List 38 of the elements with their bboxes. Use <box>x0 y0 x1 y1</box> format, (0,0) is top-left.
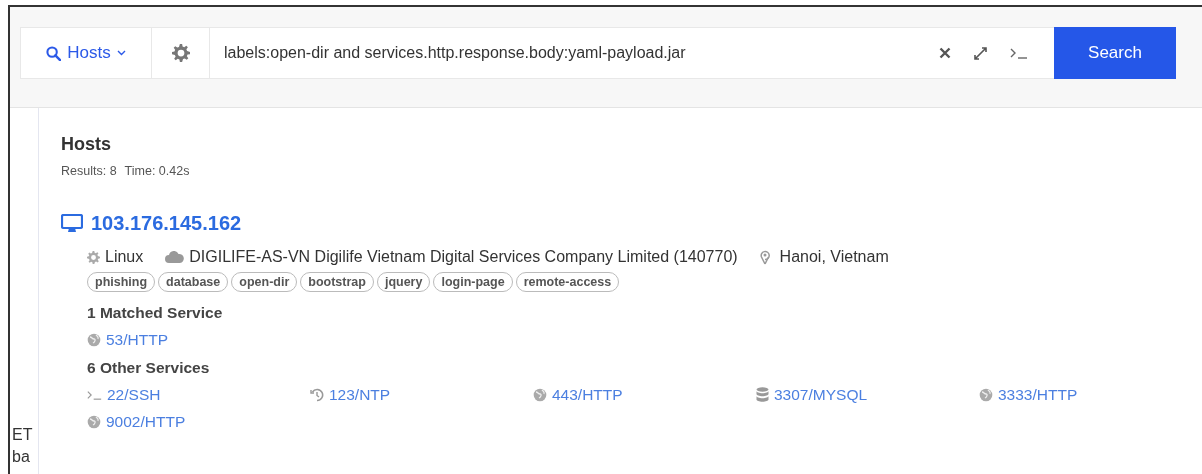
globe-icon <box>87 415 101 429</box>
query-time: Time: 0.42s <box>124 164 190 178</box>
expand-icon[interactable] <box>973 45 988 61</box>
service-link[interactable]: 443/HTTP <box>552 386 623 404</box>
globe-icon <box>533 388 547 402</box>
terminal-icon <box>87 390 102 400</box>
clear-icon[interactable] <box>939 47 951 59</box>
matched-services-heading: 1 Matched Service <box>87 304 223 322</box>
other-services-heading: 6 Other Services <box>87 359 210 377</box>
settings-icon[interactable] <box>171 44 190 62</box>
scope-dropdown[interactable]: Hosts <box>20 27 152 79</box>
section-title: Hosts <box>61 134 111 155</box>
service-link[interactable]: 22/SSH <box>107 386 161 404</box>
sidebar-item[interactable]: ba <box>12 446 30 468</box>
host-ip-link[interactable]: 103.176.145.162 <box>91 212 242 235</box>
monitor-icon <box>61 214 83 233</box>
service-link[interactable]: 3307/MYSQL <box>774 386 868 404</box>
os-label: Linux <box>105 248 144 266</box>
service-link[interactable]: 3333/HTTP <box>998 386 1078 404</box>
sidebar-item[interactable]: ET <box>12 424 33 446</box>
cloud-icon <box>165 251 185 263</box>
globe-icon <box>979 388 993 402</box>
terminal-icon[interactable] <box>1010 47 1028 59</box>
results-count: Results: 8 <box>61 164 117 178</box>
location-label: Hanoi, Vietnam <box>779 248 889 266</box>
gear-icon <box>87 250 100 264</box>
asn-label: DIGILIFE-AS-VN Digilife Vietnam Digital Services Company Limited (140770) <box>189 248 738 266</box>
globe-icon <box>87 333 101 347</box>
search-icon <box>46 45 62 61</box>
history-icon <box>310 388 324 402</box>
search-field[interactable]: labels:open-dir and services.http.response.body:yaml-payload.jar <box>210 27 929 79</box>
search-button[interactable]: Search <box>1054 27 1176 79</box>
chevron-icon <box>116 50 126 56</box>
service-link[interactable]: 9002/HTTP <box>106 413 186 431</box>
database-icon <box>756 387 769 403</box>
location-pin-icon <box>759 249 770 265</box>
service-link[interactable]: 123/NTP <box>329 386 391 404</box>
service-link[interactable]: 53/HTTP <box>106 331 168 349</box>
